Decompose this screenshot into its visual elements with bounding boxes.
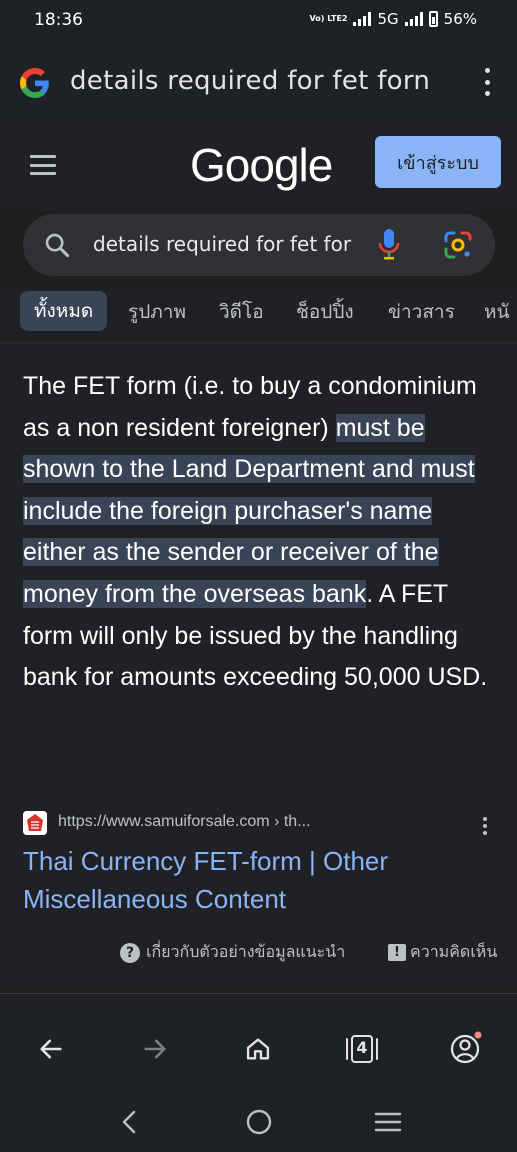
google-logo[interactable]: Google [190,138,333,192]
google-g-icon [20,68,49,98]
about-snippet-label: เกี่ยวกับตัวอย่างข้อมูลแนะนำ [146,942,346,961]
network-type: 5G [377,10,399,28]
forward-arrow-icon[interactable] [141,1035,169,1063]
browser-bottom-nav: 4 [0,1007,517,1092]
next-result-edge [0,993,517,1008]
account-icon [450,1031,482,1064]
google-lens-icon[interactable] [443,230,473,260]
result-url[interactable]: https://www.samuiforsale.com › th... [58,813,311,831]
help-icon: ? [120,942,140,963]
feedback-link[interactable]: ! ความคิดเห็น [388,940,497,965]
tab-shopping[interactable]: ช็อปปิ้ง [296,297,354,327]
result-source[interactable]: https://www.samuiforsale.com › th... [23,811,493,835]
result-more-icon[interactable] [483,817,487,835]
snippet-highlight: must be shown to the Land Department and… [23,413,475,608]
search-input[interactable]: details required for fet for [93,232,355,256]
signal-icon [353,12,372,26]
tab-images[interactable]: รูปภาพ [128,297,186,327]
google-header: Google เข้าสู่ระบบ [0,122,517,212]
back-arrow-icon[interactable] [37,1035,65,1063]
tab-switcher-button[interactable]: 4 [344,1033,380,1065]
system-home-icon[interactable] [245,1108,273,1136]
sign-in-button[interactable]: เข้าสู่ระบบ [375,136,501,188]
volte-indicator: Vo) LTE2 [309,14,348,23]
tab-videos[interactable]: วิดีโอ [219,297,264,327]
featured-snippet: The FET form (i.e. to buy a condominium … [0,344,517,989]
search-icon[interactable] [43,231,71,259]
signal-2-icon [404,12,423,26]
result-title-link[interactable]: Thai Currency FET-form | Other Miscellan… [23,842,493,918]
menu-icon[interactable] [30,155,56,175]
search-box[interactable]: details required for fet for [23,214,495,276]
status-time: 18:36 [34,10,83,30]
home-icon[interactable] [244,1035,272,1063]
system-recents-icon[interactable] [373,1108,403,1136]
tab-books[interactable]: หนั [484,297,510,327]
status-bar: 18:36 Vo) LTE2 5G 56% [0,0,517,44]
tab-count: 4 [356,1038,368,1057]
feedback-icon: ! [388,944,406,961]
about-snippet-link[interactable]: ? เกี่ยวกับตัวอย่างข้อมูลแนะนำ [120,940,345,965]
search-tabs: ทั้งหมด รูปภาพ วิดีโอ ช็อปปิ้ง ข่าวสาร ห… [0,287,517,337]
snippet-text: The FET form (i.e. to buy a condominium … [23,366,493,699]
url-text[interactable]: details required for fet forn [70,66,455,96]
system-nav-bar [0,1092,517,1152]
system-back-icon[interactable] [117,1108,141,1136]
battery-percent: 56% [443,10,477,28]
account-button[interactable] [449,1031,483,1065]
status-icons: Vo) LTE2 5G 56% [310,10,477,28]
more-vert-icon[interactable] [485,68,491,96]
battery-icon [428,11,438,27]
tab-news[interactable]: ข่าวสาร [388,297,455,327]
microphone-icon[interactable] [378,228,400,262]
tab-all[interactable]: ทั้งหมด [20,291,108,331]
browser-url-bar: details required for fet forn [0,44,517,122]
site-favicon-icon [23,811,47,835]
feedback-label: ความคิดเห็น [410,942,498,961]
